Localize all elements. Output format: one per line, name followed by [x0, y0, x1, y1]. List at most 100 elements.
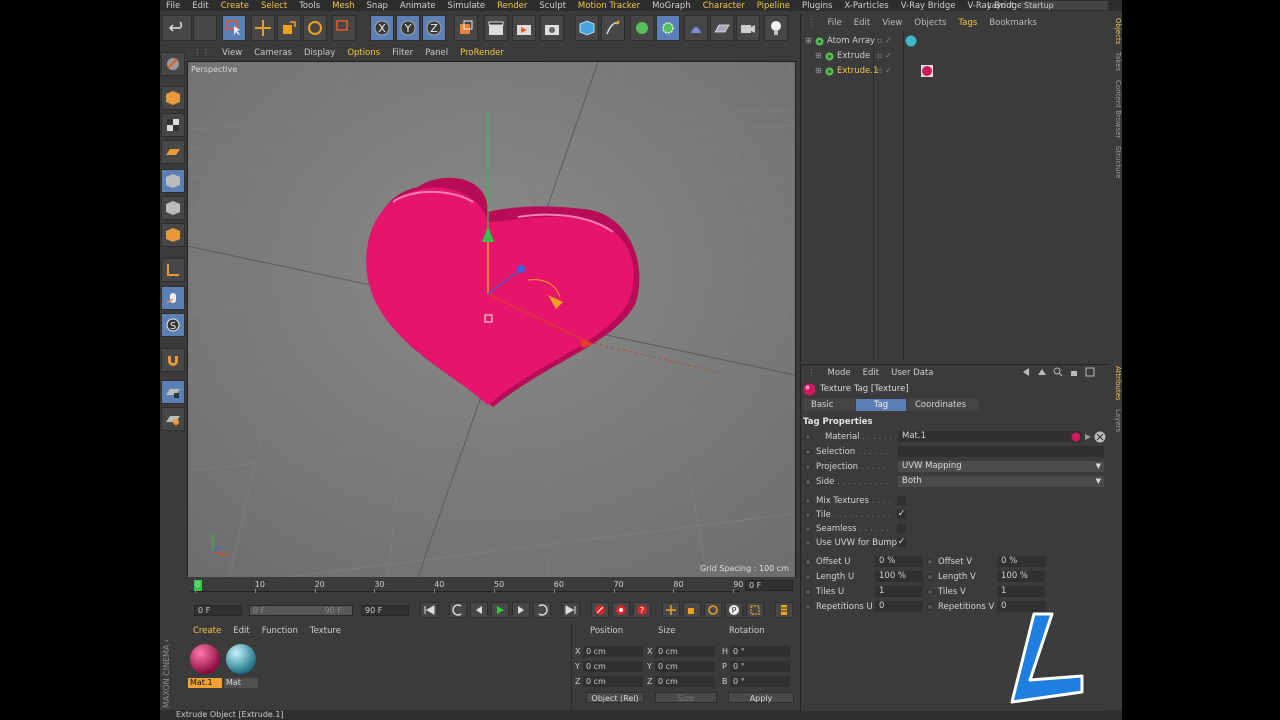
- animation-dot[interactable]: [805, 589, 811, 595]
- autokey-button[interactable]: [612, 602, 630, 618]
- rotate-tool-button[interactable]: [303, 15, 327, 41]
- material-menu-create[interactable]: Create: [187, 626, 227, 636]
- deformer-button[interactable]: [684, 15, 708, 41]
- material-tag-icon[interactable]: [905, 35, 917, 47]
- offset-v-field[interactable]: 0 %: [997, 556, 1045, 567]
- animation-dot[interactable]: [927, 559, 933, 565]
- object-row-extrude[interactable]: ⊞ Extrude ▫ ✓: [801, 49, 1109, 63]
- tiles-u-field[interactable]: 1: [875, 586, 923, 597]
- workplane-align-button[interactable]: [161, 407, 185, 431]
- timeline-ruler[interactable]: 0 F 0 10 20 30 40 50 60 70 80 90: [187, 577, 797, 603]
- new-panel-icon[interactable]: [1085, 367, 1095, 377]
- size-mode-dropdown[interactable]: Size: [655, 692, 717, 703]
- previous-key-button[interactable]: [449, 602, 467, 618]
- floor-button[interactable]: [710, 15, 734, 41]
- animation-dot[interactable]: [805, 540, 811, 546]
- points-mode-button[interactable]: [161, 169, 185, 193]
- go-to-start-button[interactable]: [420, 602, 438, 618]
- mix-textures-checkbox[interactable]: [897, 496, 906, 505]
- expand-toggle-icon[interactable]: ⊞: [815, 49, 822, 63]
- rotation-field[interactable]: 0 °: [730, 676, 790, 687]
- texture-mode-button[interactable]: [161, 113, 185, 137]
- menu-simulate[interactable]: Simulate: [442, 1, 492, 11]
- clear-link-icon[interactable]: [1094, 431, 1106, 443]
- menu-x-particles[interactable]: X-Particles: [838, 1, 894, 11]
- current-frame-field[interactable]: 0 F: [745, 580, 793, 591]
- animation-dot[interactable]: [805, 604, 811, 610]
- size-field[interactable]: 0 cm: [655, 661, 715, 672]
- menu-render[interactable]: Render: [491, 1, 533, 11]
- size-field[interactable]: 0 cm: [655, 676, 715, 687]
- animation-dot[interactable]: [805, 574, 811, 580]
- coordinate-mode-dropdown[interactable]: Object (Rel): [586, 692, 644, 703]
- layout-dropdown[interactable]: Startup: [1021, 1, 1108, 10]
- menu-motion-tracker[interactable]: Motion Tracker: [572, 1, 646, 11]
- x-axis-lock-button[interactable]: X: [370, 15, 394, 41]
- subdivision-button[interactable]: [630, 15, 654, 41]
- recent-tool-button[interactable]: [332, 15, 356, 41]
- viewport-menu-cameras[interactable]: Cameras: [248, 48, 298, 58]
- visibility-dots-icon[interactable]: ▫ ✓: [877, 49, 892, 63]
- object-menu-edit[interactable]: Edit: [848, 18, 876, 28]
- viewport-menu-options[interactable]: Options: [341, 48, 386, 58]
- animation-dot[interactable]: [927, 589, 933, 595]
- key-position-button[interactable]: [662, 602, 680, 618]
- render-settings-button[interactable]: [540, 15, 564, 41]
- keyframe-selection-button[interactable]: ?: [633, 602, 651, 618]
- render-view-button[interactable]: [484, 15, 508, 41]
- tile-checkbox[interactable]: ✓: [897, 510, 906, 519]
- go-to-end-button[interactable]: [562, 602, 580, 618]
- animation-dot[interactable]: [805, 464, 811, 470]
- tab-coordinates[interactable]: Coordinates: [907, 399, 979, 411]
- visibility-dots-icon[interactable]: ▫ ✓: [877, 64, 892, 78]
- layout-selector[interactable]: Layout: Startup: [987, 0, 1108, 11]
- animation-dot[interactable]: [927, 604, 933, 610]
- polygons-mode-button[interactable]: [161, 223, 185, 247]
- y-axis-lock-button[interactable]: Y: [396, 15, 420, 41]
- redo-button[interactable]: [193, 15, 217, 41]
- key-rotation-button[interactable]: [704, 602, 722, 618]
- animation-dot[interactable]: [805, 498, 811, 504]
- expand-toggle-icon[interactable]: ⊞: [805, 34, 812, 48]
- workplane-lock-button[interactable]: [161, 380, 185, 404]
- attribute-menu-mode[interactable]: Mode: [822, 368, 857, 378]
- expand-toggle-icon[interactable]: ⊞: [815, 64, 822, 78]
- side-tab-takes[interactable]: Takes: [1114, 52, 1122, 71]
- viewport-menu-panel[interactable]: Panel: [419, 48, 454, 58]
- record-button[interactable]: [591, 602, 609, 618]
- side-tabs-top[interactable]: Objects Takes Content Browser Structure: [1110, 18, 1122, 218]
- animation-dot[interactable]: [805, 512, 811, 518]
- next-key-button[interactable]: [533, 602, 551, 618]
- previous-frame-button[interactable]: [470, 602, 488, 618]
- viewport-menu-display[interactable]: Display: [298, 48, 341, 58]
- material-menu-function[interactable]: Function: [256, 626, 304, 636]
- 3d-viewport[interactable]: Perspective Grid Spacing : 100 cm: [187, 61, 796, 578]
- menu-plugins[interactable]: Plugins: [796, 1, 838, 11]
- side-tab-objects[interactable]: Objects: [1114, 18, 1122, 44]
- size-field[interactable]: 0 cm: [655, 646, 715, 657]
- camera-button[interactable]: [736, 15, 760, 41]
- scale-tool-button[interactable]: [277, 15, 301, 41]
- texture-tag-icon[interactable]: [921, 65, 933, 77]
- menu-character[interactable]: Character: [697, 1, 751, 11]
- attribute-menu-user-data[interactable]: User Data: [885, 368, 939, 378]
- back-arrow-icon[interactable]: [1021, 367, 1031, 377]
- animation-dot[interactable]: [927, 574, 933, 580]
- object-row-extrude-1[interactable]: ⊞ Extrude.1 ▫ ✓: [801, 64, 1109, 78]
- object-menu-file[interactable]: File: [822, 18, 848, 28]
- undo-button[interactable]: [162, 15, 192, 41]
- object-menu-objects[interactable]: Objects: [908, 18, 952, 28]
- up-arrow-icon[interactable]: [1037, 367, 1047, 377]
- material-mat-1[interactable]: Mat.1: [188, 642, 222, 688]
- animation-dot[interactable]: [805, 434, 811, 440]
- tweak-mode-button[interactable]: [161, 286, 185, 310]
- material-link-field[interactable]: Mat.1: [898, 431, 1082, 442]
- object-row-atom-array[interactable]: ⊞ Atom Array ▫ ✓: [801, 34, 1109, 48]
- menu-file[interactable]: File: [160, 1, 186, 11]
- key-scale-button[interactable]: [683, 602, 701, 618]
- side-tab-attributes[interactable]: Attributes: [1114, 366, 1122, 401]
- move-tool-button[interactable]: [251, 15, 275, 41]
- model-mode-button[interactable]: [161, 86, 185, 110]
- pen-spline-button[interactable]: [601, 15, 625, 41]
- animation-dot[interactable]: [805, 449, 811, 455]
